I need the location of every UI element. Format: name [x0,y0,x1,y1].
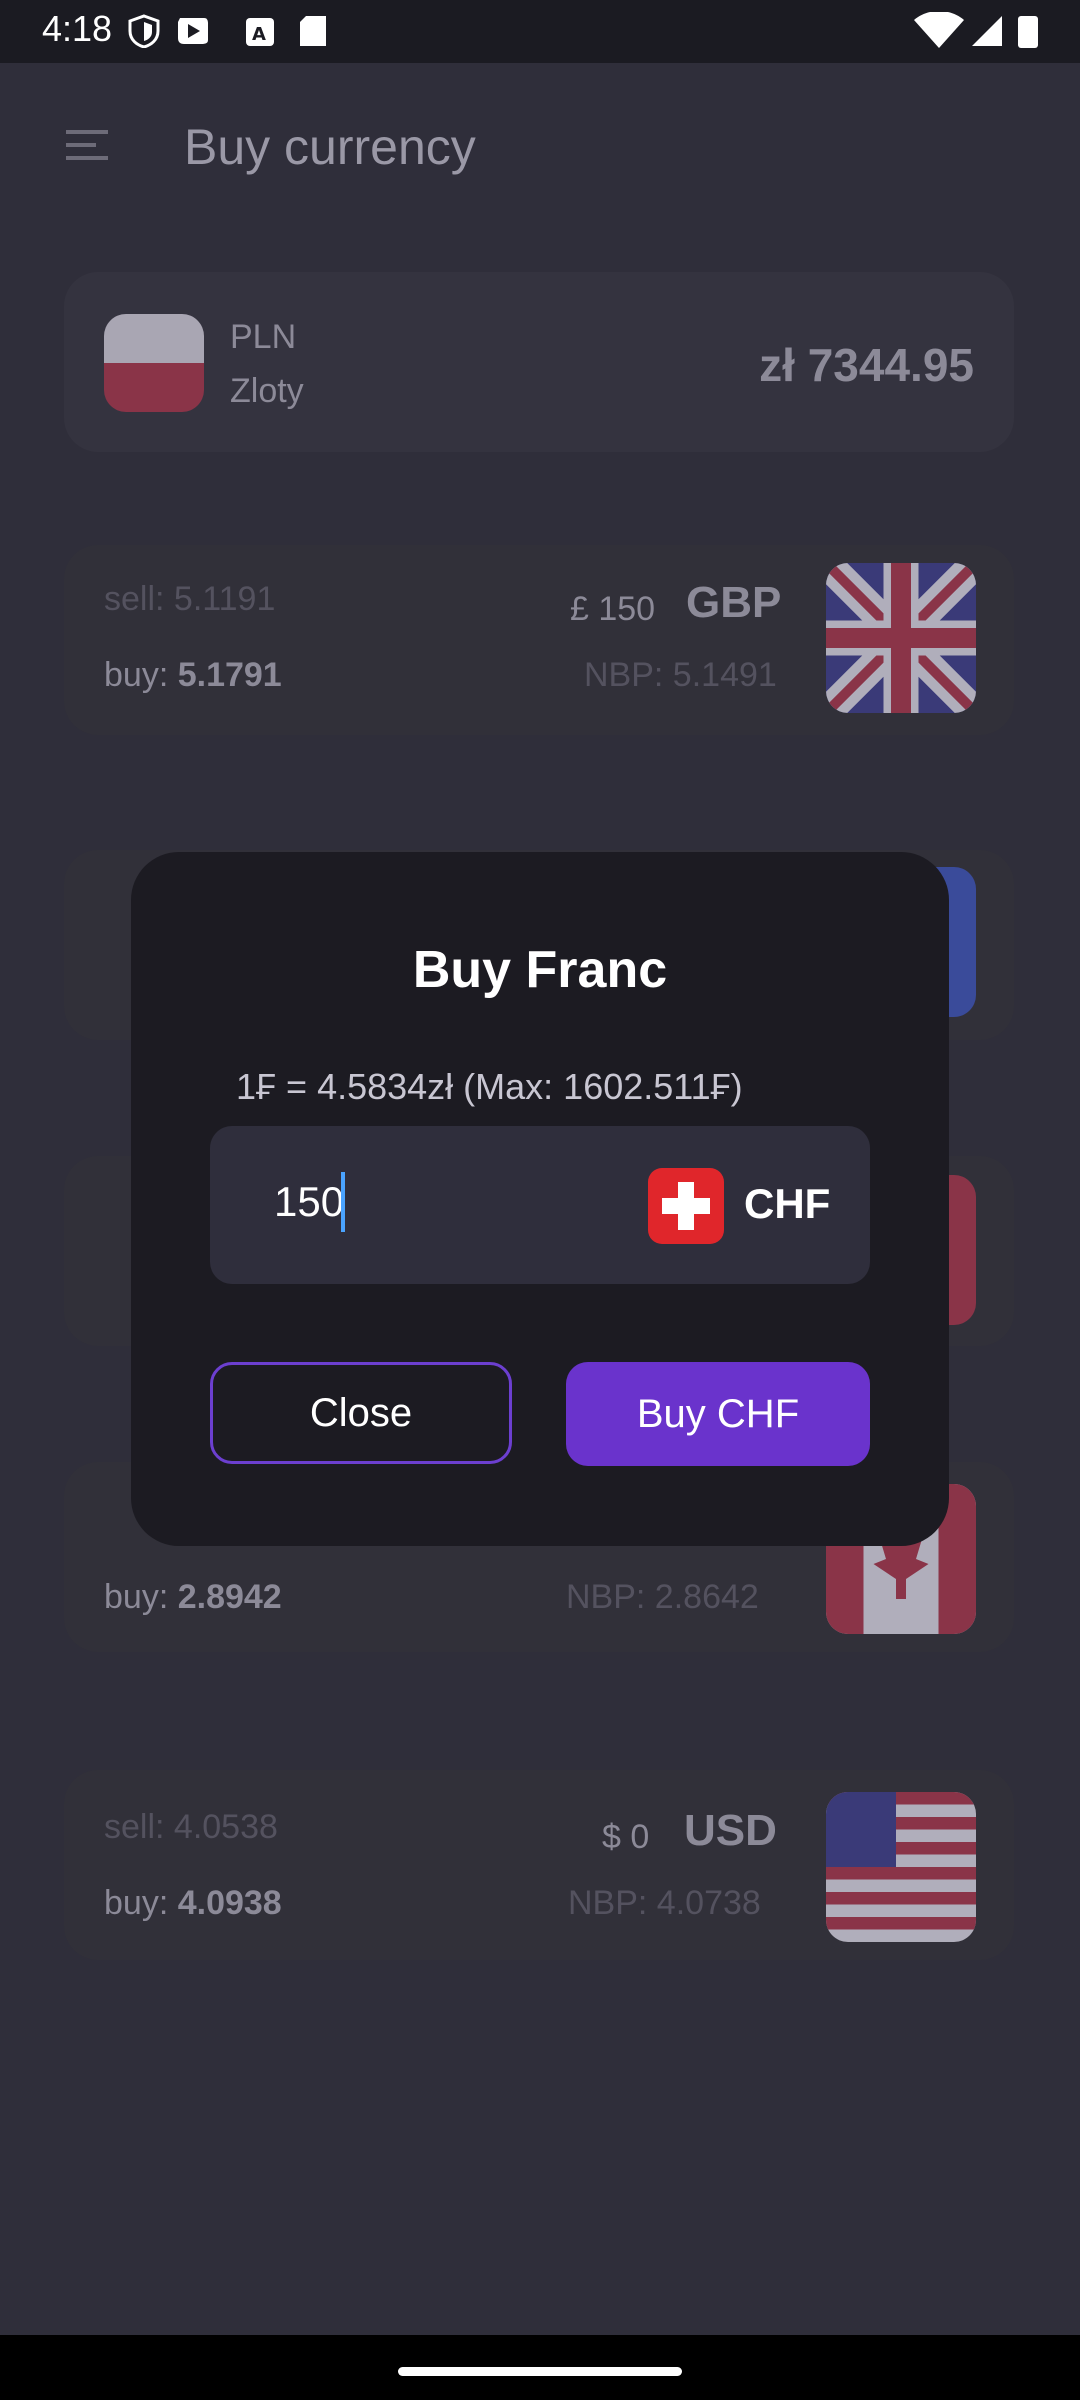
owned-amount: $ 0 [602,1818,650,1856]
uk-flag-icon [826,563,976,713]
dialog-title: Buy Franc [412,941,668,999]
menu-icon[interactable] [66,128,108,162]
sell-rate: sell: 5.1191 [104,580,276,618]
exchange-rate-info: 1₣ = 4.5834zł (Max: 1602.511₣) [236,1066,743,1107]
wallet-currency-name: Zloty [230,372,304,410]
home-gesture-handle[interactable] [398,2367,682,2376]
notification-icons: A [128,14,326,48]
nbp-rate: NBP: 5.1491 [584,656,777,694]
svg-text:A: A [252,24,266,45]
amount-input-value[interactable]: 150 [274,1178,344,1226]
usa-flag-icon [826,1792,976,1942]
currency-code: USD [684,1806,777,1855]
buy-button[interactable]: Buy CHF [566,1362,870,1466]
buy-rate: buy: 5.1791 [104,656,282,694]
wallet-currency-code: PLN [230,318,297,356]
input-currency-code: CHF [744,1180,831,1227]
nbp-rate: NBP: 2.8642 [566,1578,759,1616]
nbp-rate: NBP: 4.0738 [568,1884,761,1922]
top-app-bar [0,63,1080,233]
status-bar: 4:18 A [0,0,1080,63]
page-title: Buy currency [184,119,476,175]
status-time: 4:18 [42,8,113,49]
text-cursor [341,1172,345,1232]
owned-amount: £ 150 [570,590,656,628]
wallet-balance: zł 7344.95 [759,339,974,391]
poland-flag-icon [104,314,204,412]
swiss-flag-icon [648,1168,724,1244]
system-status-icons [914,12,1038,48]
close-button[interactable]: Close [210,1362,512,1464]
currency-code: GBP [686,578,782,627]
buy-rate: buy: 2.8942 [104,1578,282,1616]
sell-rate: sell: 4.0538 [104,1808,278,1846]
buy-rate: buy: 4.0938 [104,1884,282,1922]
